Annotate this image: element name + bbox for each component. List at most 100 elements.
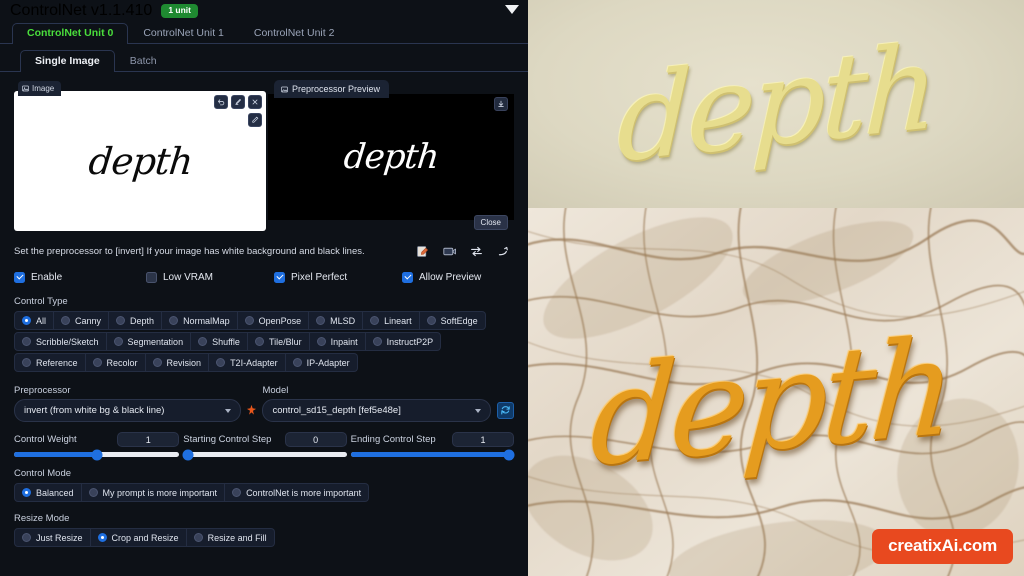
checkbox-allow-preview[interactable]: Allow Preview xyxy=(402,271,481,283)
download-icon[interactable] xyxy=(494,97,508,111)
input-image-box[interactable]: Image depth xyxy=(14,81,266,231)
refresh-icon[interactable] xyxy=(497,402,514,419)
control-type-depth[interactable]: Depth xyxy=(109,311,163,330)
checkbox-allow-preview-box[interactable] xyxy=(402,271,413,283)
checkbox-pixel-perfect-label: Pixel Perfect xyxy=(291,271,348,283)
undo-icon[interactable] xyxy=(214,95,228,109)
swap-icon[interactable] xyxy=(469,244,483,258)
radio-softedge[interactable] xyxy=(426,316,436,325)
control-type-reference[interactable]: Reference xyxy=(14,353,86,372)
control-mode-balanced[interactable]: Balanced xyxy=(14,483,82,502)
starting-control-step-track[interactable] xyxy=(182,449,347,460)
checkbox-enable[interactable]: Enable xyxy=(14,271,146,283)
slider-row: Control Weight 1 Starting Control Step 0 xyxy=(14,432,515,460)
generated-image-bottom[interactable]: depth creatixAi.com xyxy=(528,208,1024,576)
radio-normalmap[interactable] xyxy=(169,316,179,325)
spark-icon[interactable] xyxy=(241,399,263,422)
control-type-recolor[interactable]: Recolor xyxy=(85,353,146,372)
control-type-canny[interactable]: Canny xyxy=(54,311,110,330)
checkbox-low-vram-box[interactable] xyxy=(146,271,157,283)
control-mode-controlnet[interactable]: ControlNet is more important xyxy=(225,483,370,502)
input-image-canvas[interactable]: depth xyxy=(14,91,266,231)
radio-all[interactable] xyxy=(22,316,31,325)
resize-mode-just-resize[interactable]: Just Resize xyxy=(14,528,91,547)
radio-segmentation[interactable] xyxy=(113,337,123,346)
control-type-instructp2p[interactable]: InstructP2P xyxy=(365,332,442,351)
ending-control-step-value[interactable]: 1 xyxy=(452,432,514,447)
checkbox-enable-box[interactable] xyxy=(14,271,25,283)
tab-batch[interactable]: Batch xyxy=(115,50,172,72)
radio-reference[interactable] xyxy=(22,358,31,367)
radio-inpaint[interactable] xyxy=(316,337,326,346)
send-icon[interactable] xyxy=(496,244,510,258)
model-dropdown[interactable]: control_sd15_depth [fef5e48e] xyxy=(262,399,492,422)
resize-mode-crop-and-resize[interactable]: Crop and Resize xyxy=(90,528,187,547)
close-preview-button[interactable]: Close xyxy=(473,215,508,230)
control-weight-knob[interactable] xyxy=(91,449,103,460)
checkbox-low-vram[interactable]: Low VRAM xyxy=(146,271,274,283)
radio-crop-and-resize[interactable] xyxy=(97,533,107,542)
image-edit-icon[interactable] xyxy=(415,244,429,258)
preprocessor-hint-text: Set the preprocessor to [invert] If your… xyxy=(14,245,365,257)
tab-controlnet-unit-1[interactable]: ControlNet Unit 1 xyxy=(128,23,239,44)
webcam-icon[interactable] xyxy=(442,244,456,258)
radio-controlnet-important[interactable] xyxy=(232,488,242,497)
radio-revision[interactable] xyxy=(152,358,162,367)
control-type-normalmap[interactable]: NormalMap xyxy=(162,311,238,330)
radio-mlsd[interactable] xyxy=(316,316,326,325)
chevron-down-icon[interactable] xyxy=(475,408,482,413)
control-type-all[interactable]: All xyxy=(14,311,55,330)
control-type-normalmap-label: NormalMap xyxy=(183,315,230,326)
control-type-row-1: All Canny Depth NormalMap OpenPose MLSD … xyxy=(14,311,514,330)
tab-single-image[interactable]: Single Image xyxy=(20,50,115,72)
brush-icon[interactable] xyxy=(231,95,245,109)
ending-control-step-knob[interactable] xyxy=(503,449,515,460)
ending-control-step-track[interactable] xyxy=(350,449,515,460)
control-mode-my-prompt[interactable]: My prompt is more important xyxy=(81,483,226,502)
control-type-segmentation[interactable]: Segmentation xyxy=(106,332,192,351)
control-type-mlsd[interactable]: MLSD xyxy=(309,311,364,330)
control-type-scribble-sketch[interactable]: Scribble/Sketch xyxy=(14,332,107,351)
close-icon[interactable] xyxy=(248,95,262,109)
radio-lineart[interactable] xyxy=(370,316,380,325)
radio-openpose[interactable] xyxy=(244,316,254,325)
chevron-down-icon[interactable] xyxy=(224,408,231,413)
radio-just-resize[interactable] xyxy=(22,533,31,542)
radio-tile-blur[interactable] xyxy=(254,337,264,346)
radio-t2i-adapter[interactable] xyxy=(216,358,226,367)
radio-balanced[interactable] xyxy=(22,488,31,497)
control-weight-track[interactable] xyxy=(14,449,180,460)
preprocessor-preview-tab[interactable]: Preprocessor Preview xyxy=(274,80,390,98)
starting-control-step-knob[interactable] xyxy=(182,449,194,460)
edit-icon[interactable] xyxy=(248,113,262,127)
control-type-softedge[interactable]: SoftEdge xyxy=(419,311,486,330)
control-type-shuffle[interactable]: Shuffle xyxy=(191,332,248,351)
radio-instructp2p[interactable] xyxy=(372,337,382,346)
tab-controlnet-unit-0[interactable]: ControlNet Unit 0 xyxy=(12,23,129,44)
checkbox-pixel-perfect-box[interactable] xyxy=(274,271,285,283)
control-type-lineart[interactable]: Lineart xyxy=(363,311,420,330)
control-type-tile-blur[interactable]: Tile/Blur xyxy=(247,332,310,351)
generated-image-top[interactable]: depth xyxy=(528,0,1024,208)
control-type-inpaint[interactable]: Inpaint xyxy=(309,332,366,351)
radio-depth[interactable] xyxy=(116,316,126,325)
control-type-t2i-adapter[interactable]: T2I-Adapter xyxy=(209,353,286,372)
radio-resize-and-fill[interactable] xyxy=(193,533,203,542)
radio-recolor[interactable] xyxy=(92,358,102,367)
control-type-revision[interactable]: Revision xyxy=(145,353,210,372)
starting-control-step-value[interactable]: 0 xyxy=(284,432,347,447)
radio-shuffle[interactable] xyxy=(198,337,208,346)
radio-canny[interactable] xyxy=(61,316,71,325)
radio-scribble-sketch[interactable] xyxy=(22,337,31,346)
control-weight-value[interactable]: 1 xyxy=(117,432,180,447)
control-type-openpose[interactable]: OpenPose xyxy=(237,311,310,330)
chevron-down-icon[interactable] xyxy=(505,5,519,14)
resize-mode-resize-and-fill[interactable]: Resize and Fill xyxy=(186,528,275,547)
radio-my-prompt[interactable] xyxy=(88,488,98,497)
radio-ip-adapter[interactable] xyxy=(292,358,302,367)
tab-controlnet-unit-2[interactable]: ControlNet Unit 2 xyxy=(239,23,350,44)
control-type-ip-adapter[interactable]: IP-Adapter xyxy=(285,353,358,372)
checkbox-pixel-perfect[interactable]: Pixel Perfect xyxy=(274,271,402,283)
preprocessor-dropdown[interactable]: invert (from white bg & black line) xyxy=(14,399,241,422)
preprocessor-preview-word: depth xyxy=(341,137,441,177)
